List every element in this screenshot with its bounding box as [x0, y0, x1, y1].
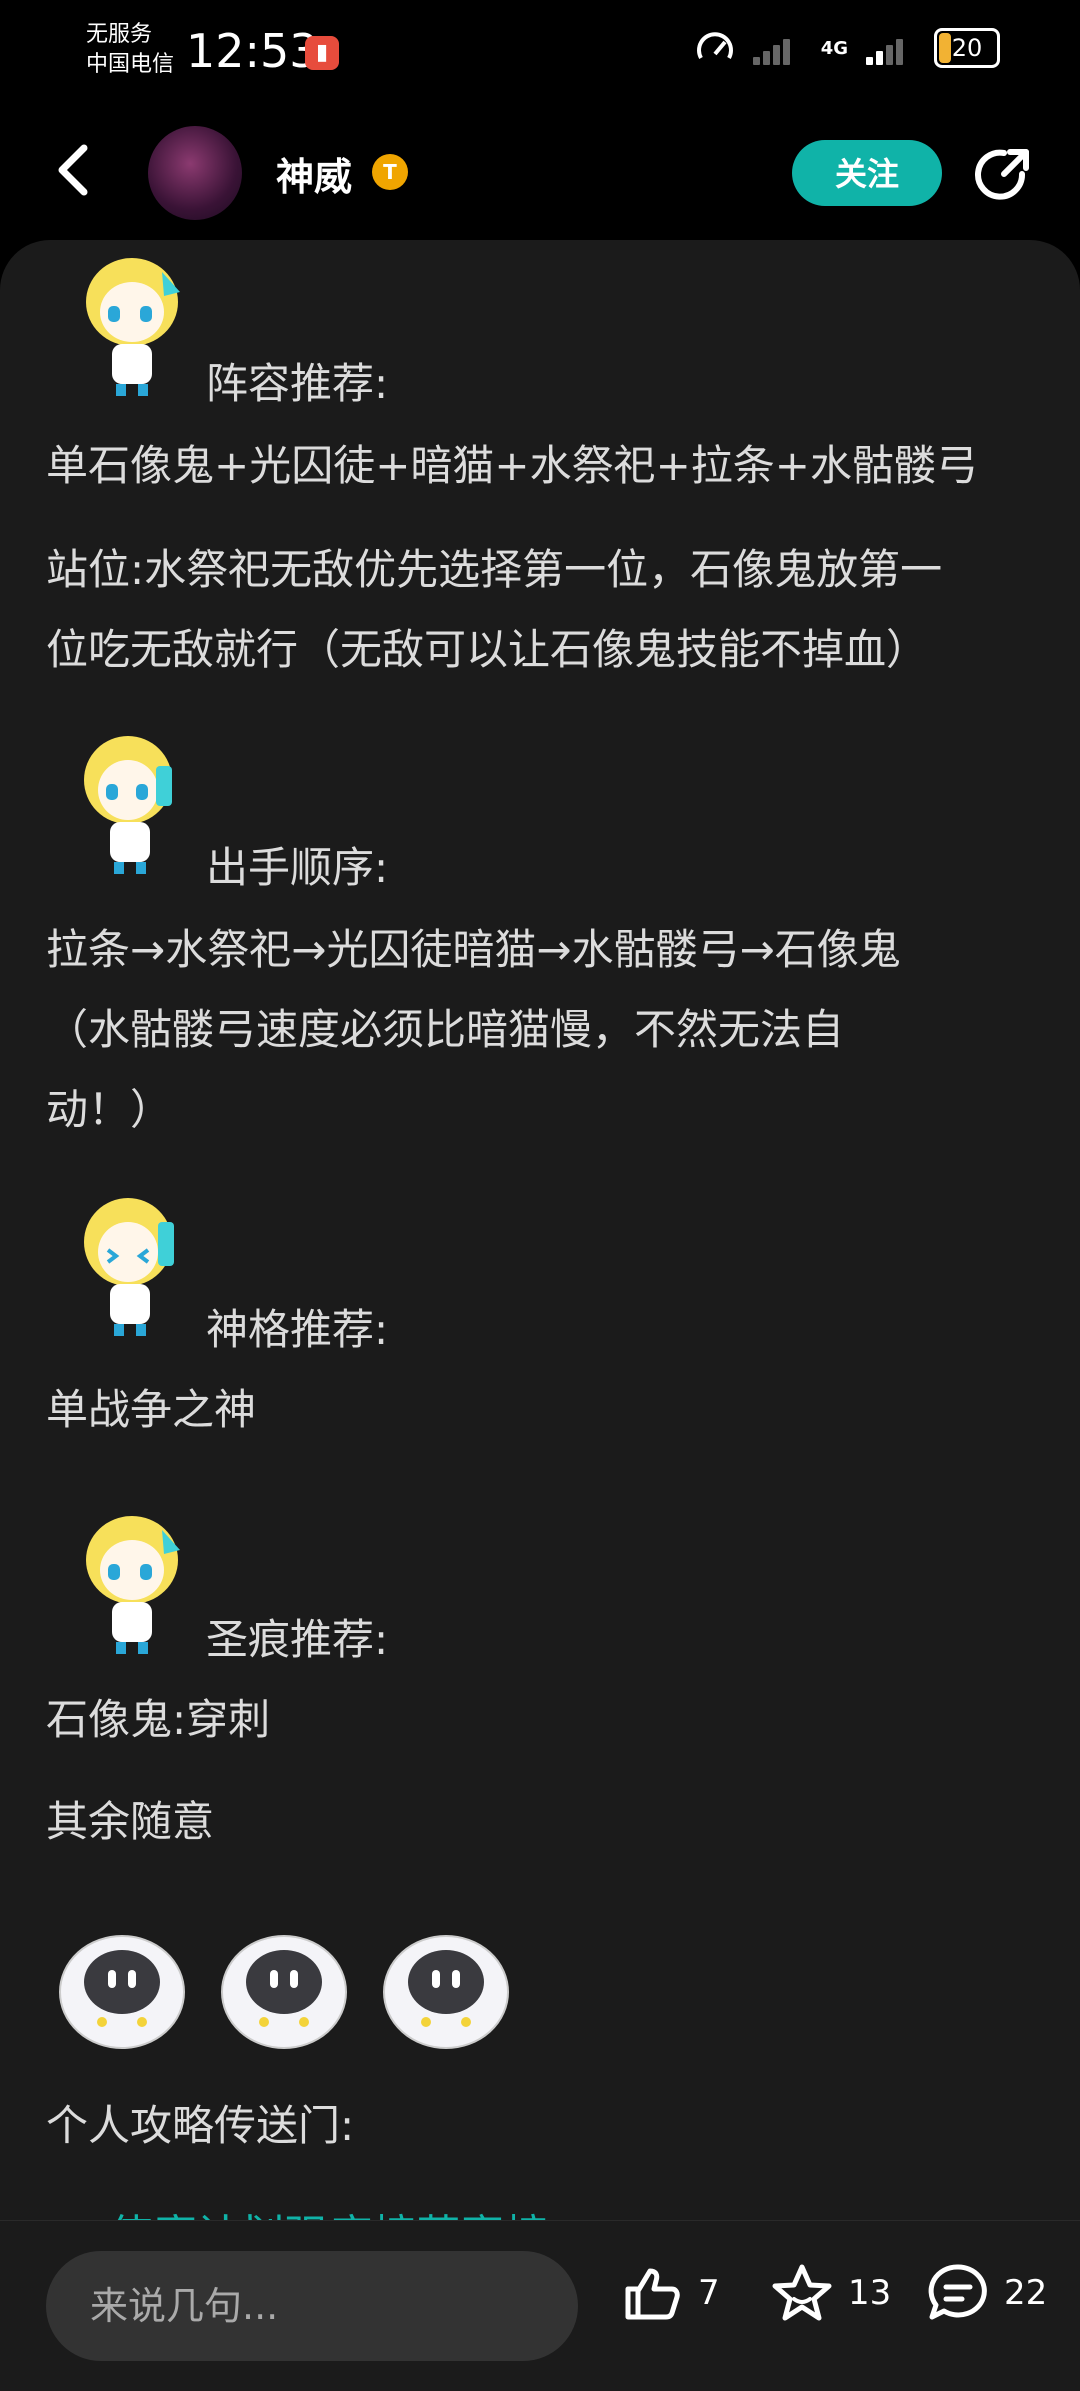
- comment-count: 22: [1004, 2273, 1048, 2313]
- network-type: 4G: [820, 37, 848, 59]
- follow-button[interactable]: 关注: [792, 140, 942, 206]
- level-badge-icon: T: [372, 154, 408, 190]
- guide-portal-text: 个人攻略传送门:: [46, 2101, 355, 2150]
- robot-sticker-icon: [383, 1935, 509, 2049]
- comment-button[interactable]: 22: [926, 2261, 1047, 2325]
- anime-girl-sticker-icon: [86, 258, 180, 396]
- post-header: 神威 T 关注: [0, 110, 1080, 240]
- like-button[interactable]: 7: [620, 2261, 720, 2325]
- like-count: 7: [698, 2273, 720, 2313]
- divinity-text: 单战争之神: [46, 1385, 257, 1434]
- lineup-heading: 阵容推荐:: [206, 359, 389, 408]
- guide-link[interactable]: ◎ 使魔计划强度榜草案榜: [56, 2200, 548, 2220]
- order-line-2: （水骷髅弓速度必须比暗猫慢，不然无法自: [46, 1005, 845, 1054]
- status-icons: 4G 20: [695, 28, 1000, 68]
- bottom-action-bar: 来说几句... 7 13 22: [0, 2220, 1080, 2391]
- others-text: 其余随意: [46, 1797, 215, 1846]
- robot-sticker-icon: [221, 1935, 347, 2049]
- status-bar: 无服务 中国电信 12:53 ▮ 4G 20: [0, 0, 1080, 110]
- comment-input[interactable]: 来说几句...: [46, 2251, 578, 2361]
- robot-sticker-icon: [59, 1935, 185, 2049]
- back-arrow-icon[interactable]: [50, 140, 100, 200]
- mark-text: 石像鬼:穿刺: [46, 1695, 271, 1744]
- position-line-1: 站位:水祭祀无敌优先选择第一位，石像鬼放第一: [46, 545, 943, 594]
- favorite-count: 13: [848, 2273, 892, 2313]
- battery-level: 20: [951, 34, 983, 62]
- anime-girl-sticker-icon: [86, 1516, 180, 1654]
- clock: 12:53: [186, 24, 319, 78]
- thumbs-up-icon: [625, 2268, 680, 2320]
- carrier-info: 无服务 中国电信: [86, 20, 174, 80]
- share-icon[interactable]: [972, 144, 1034, 206]
- author-avatar[interactable]: [148, 126, 242, 220]
- battery-alert-icon: ▮: [305, 36, 339, 70]
- battery-icon: 20: [934, 28, 1000, 68]
- signal-icon-2: [866, 31, 916, 65]
- favorite-button[interactable]: 13: [770, 2261, 891, 2325]
- robot-stickers: [56, 1930, 512, 2050]
- service-status: 无服务: [86, 22, 153, 47]
- comment-bubble-icon: [928, 2264, 987, 2320]
- post-content: 阵容推荐: 单石像鬼+光囚徒+暗猫+水祭祀+拉条+水骷髅弓 站位:水祭祀无敌优先…: [0, 240, 1080, 2220]
- anime-girl-sticker-icon: [84, 1198, 174, 1336]
- star-icon: [772, 2264, 832, 2321]
- speed-gauge-icon: [696, 32, 733, 59]
- author-name[interactable]: 神威: [276, 146, 352, 201]
- order-line-3: 动！）: [46, 1085, 173, 1134]
- position-line-2: 位吃无敌就行（无敌可以让石像鬼技能不掉血）: [46, 625, 929, 674]
- lineup-text: 单石像鬼+光囚徒+暗猫+水祭祀+拉条+水骷髅弓: [46, 441, 978, 490]
- anime-girl-sticker-icon: [84, 736, 172, 874]
- signal-icon: [752, 31, 803, 65]
- carrier-name: 中国电信: [86, 52, 175, 77]
- order-heading: 出手顺序:: [206, 843, 389, 892]
- mark-heading: 圣痕推荐:: [206, 1615, 389, 1664]
- divinity-heading: 神格推荐:: [206, 1305, 389, 1354]
- order-line-1: 拉条→水祭祀→光囚徒暗猫→水骷髅弓→石像鬼: [46, 925, 901, 974]
